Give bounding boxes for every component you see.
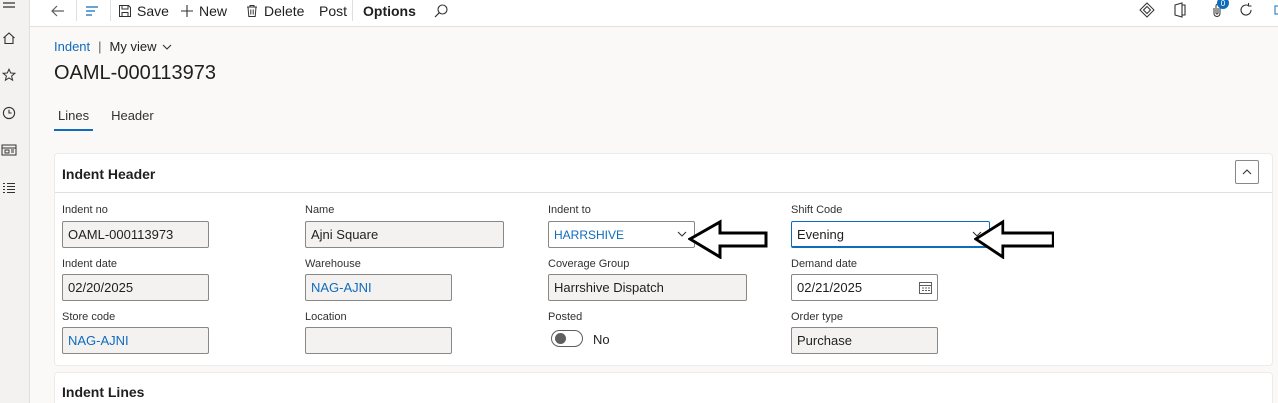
office-button[interactable] (1170, 0, 1190, 20)
posted-value: No (593, 332, 610, 347)
back-arrow-icon (51, 5, 64, 16)
options-label: Options (363, 2, 416, 19)
breadcrumb-module-link[interactable]: Indent (54, 39, 90, 54)
order-type-value: Purchase (797, 333, 852, 348)
warehouse-field[interactable]: NAG-AJNI (305, 274, 452, 301)
toggle-knob (555, 333, 566, 344)
refresh-icon (1240, 3, 1252, 16)
location-label: Location (305, 311, 347, 323)
tab-lines-label: Lines (58, 108, 90, 123)
office-icon (1174, 2, 1186, 18)
post-button[interactable]: Post (319, 0, 347, 21)
warehouse-value: NAG-AJNI (311, 280, 372, 295)
card-title: Indent Lines (62, 384, 145, 400)
toolbar-divider (110, 0, 111, 21)
coverage-group-field[interactable]: Harrshive Dispatch (548, 274, 747, 301)
indent-no-field[interactable]: OAML-000113973 (62, 221, 209, 248)
modules-list-icon[interactable] (0, 179, 18, 197)
shift-code-dropdown[interactable]: Evening (791, 221, 990, 248)
tab-lines[interactable]: Lines (54, 107, 94, 131)
name-label: Name (305, 204, 335, 216)
coverage-group-value: Harrshive Dispatch (554, 280, 664, 295)
breadcrumb: Indent | My view (54, 39, 172, 54)
search-icon (434, 3, 448, 17)
indent-to-dropdown[interactable]: HARRSHIVE (548, 221, 695, 248)
indent-no-label: Indent no (62, 204, 108, 216)
save-icon (119, 4, 131, 17)
new-button[interactable]: New (180, 0, 227, 21)
breadcrumb-separator: | (98, 39, 102, 54)
popout-icon (1274, 5, 1278, 15)
delete-label: Delete (264, 2, 305, 19)
options-tab[interactable]: Options (363, 0, 416, 21)
view-selector[interactable]: My view (110, 39, 172, 54)
toolbar-divider (76, 0, 77, 21)
hamburger-menu-icon[interactable] (0, 0, 18, 12)
save-button[interactable]: Save (118, 0, 169, 21)
chevron-up-icon (1242, 169, 1252, 175)
notifications-button[interactable]: 0 (1207, 0, 1229, 20)
search-button[interactable] (433, 0, 449, 21)
tab-header-label: Header (111, 108, 154, 123)
workspaces-icon[interactable] (0, 141, 18, 159)
indent-date-field[interactable]: 02/20/2025 (62, 274, 209, 301)
shift-code-value: Evening (797, 226, 844, 242)
plus-icon (181, 4, 193, 17)
lines-menu-icon (86, 5, 98, 16)
favorites-star-icon[interactable] (0, 66, 18, 84)
location-field[interactable] (305, 327, 452, 354)
tab-header[interactable]: Header (107, 107, 158, 131)
store-code-value: NAG-AJNI (68, 333, 129, 348)
collapse-button[interactable] (1235, 160, 1259, 184)
warehouse-label: Warehouse (305, 258, 361, 270)
toolbar-divider (352, 0, 353, 21)
store-code-field[interactable]: NAG-AJNI (62, 327, 209, 354)
store-code-label: Store code (62, 311, 116, 323)
posted-label: Posted (548, 311, 583, 323)
indent-to-label: Indent to (548, 204, 591, 216)
name-value: Ajni Square (311, 227, 379, 242)
nav-rail (0, 0, 30, 403)
name-field[interactable]: Ajni Square (305, 221, 504, 248)
demand-date-value: 02/21/2025 (797, 280, 863, 295)
view-selector-label: My view (109, 39, 157, 54)
tab-strip: Lines Header (54, 107, 158, 131)
recent-clock-icon[interactable] (0, 104, 18, 122)
demand-date-field[interactable]: 02/21/2025 (791, 274, 938, 301)
diamond-apps-icon (1139, 2, 1155, 18)
indent-lines-card: Indent Lines (54, 372, 1273, 403)
indent-to-value: HARRSHIVE (554, 227, 625, 242)
save-label: Save (137, 2, 169, 19)
delete-button[interactable]: Delete (245, 0, 304, 21)
refresh-button[interactable] (1236, 0, 1256, 20)
card-divider (55, 192, 1272, 193)
chevron-down-icon (677, 231, 687, 237)
open-new-window-button[interactable] (1266, 0, 1278, 20)
action-menu-button[interactable] (84, 0, 100, 21)
calendar-icon[interactable] (918, 280, 933, 295)
home-icon[interactable] (0, 29, 18, 47)
new-label: New (199, 2, 228, 19)
page-title: OAML-000113973 (54, 62, 216, 84)
chevron-down-icon (162, 44, 171, 50)
demand-date-label: Demand date (791, 258, 858, 270)
order-type-label: Order type (791, 311, 843, 323)
trash-icon (247, 4, 257, 17)
back-button[interactable] (50, 0, 66, 21)
indent-no-value: OAML-000113973 (68, 227, 174, 242)
coverage-group-label: Coverage Group (548, 258, 630, 270)
posted-toggle[interactable] (551, 330, 583, 347)
indent-date-value: 02/20/2025 (68, 280, 134, 295)
indent-date-label: Indent date (62, 258, 118, 270)
left-arrow-annotation-icon (688, 219, 768, 259)
indent-header-card: Indent Header Indent no OAML-000113973 I… (54, 153, 1273, 366)
card-title: Indent Header (62, 166, 156, 182)
notification-badge: 0 (1217, 0, 1229, 9)
order-type-field[interactable]: Purchase (791, 327, 938, 354)
shift-code-label: Shift Code (791, 204, 843, 216)
action-pane: Save New Delete Post Options 0 (30, 0, 1278, 27)
left-arrow-annotation-icon (974, 219, 1054, 259)
diamond-apps-button[interactable] (1137, 0, 1157, 20)
post-label: Post (319, 2, 348, 19)
